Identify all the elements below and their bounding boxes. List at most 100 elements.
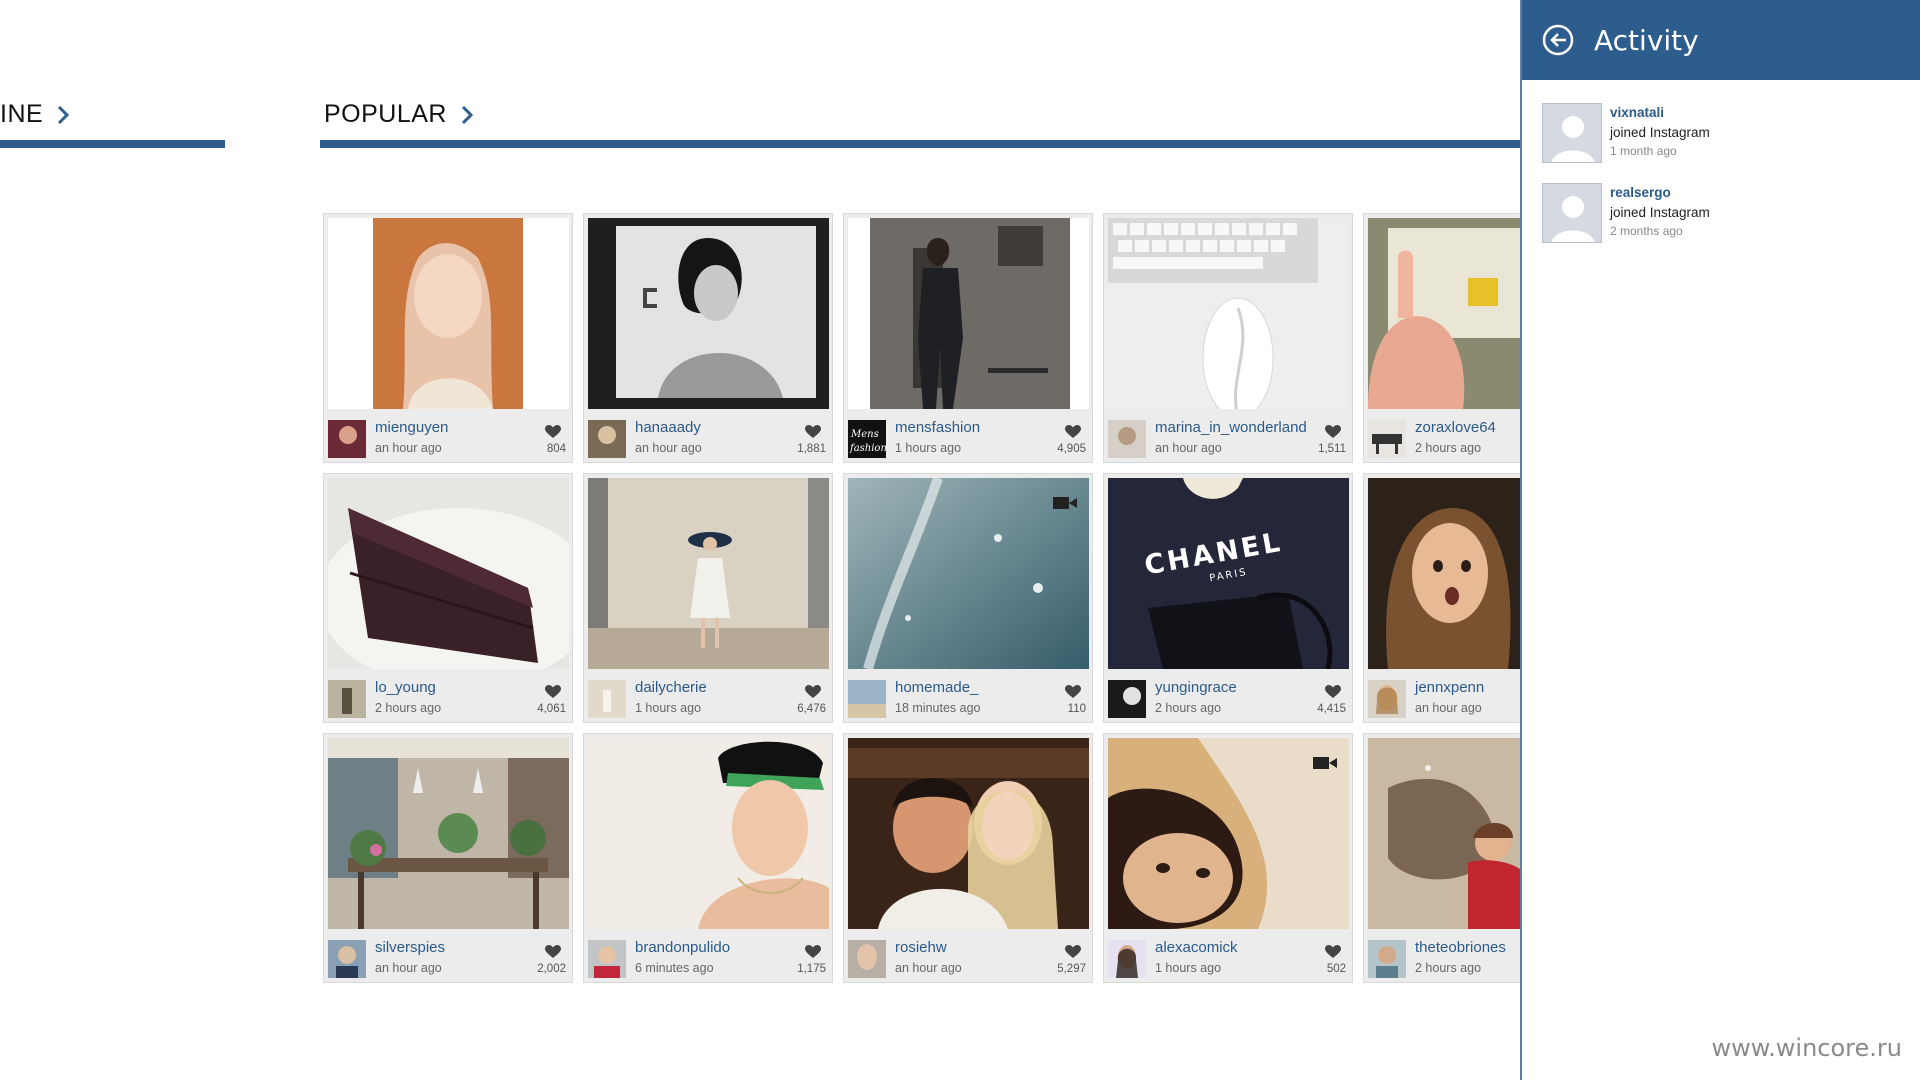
heart-icon[interactable] [805, 945, 821, 959]
photo[interactable] [848, 738, 1089, 929]
avatar[interactable] [1368, 940, 1406, 978]
avatar[interactable] [588, 420, 626, 458]
post-time: 2 hours ago [375, 701, 442, 715]
post-time: 1 hours ago [635, 701, 702, 715]
username-link[interactable]: yungingrace [1155, 679, 1237, 696]
avatar[interactable] [848, 680, 886, 718]
photo[interactable] [1108, 738, 1349, 929]
photo-tile[interactable]: zoraxlove64 2 hours ago [1363, 213, 1520, 463]
photo[interactable] [848, 478, 1089, 669]
avatar[interactable] [588, 680, 626, 718]
photo[interactable] [1368, 218, 1520, 409]
photo[interactable]: CHANEL PARIS [1108, 478, 1349, 669]
photo-tile[interactable]: dailycherie 1 hours ago 6,476 [583, 473, 833, 723]
post-time: 1 hours ago [895, 441, 962, 455]
like-count: 1,881 [797, 443, 826, 455]
username-link[interactable]: dailycherie [635, 679, 707, 696]
heart-icon[interactable] [1325, 945, 1341, 959]
post-time: 18 minutes ago [895, 701, 981, 715]
username-link[interactable]: silverspies [375, 939, 445, 956]
heart-icon[interactable] [1065, 685, 1081, 699]
photo[interactable] [1368, 478, 1520, 669]
heart-icon[interactable] [545, 945, 561, 959]
avatar-placeholder-icon[interactable] [1542, 103, 1602, 163]
like-count: 4,061 [537, 703, 566, 715]
photo-tile[interactable]: alexacomick 1 hours ago 502 [1103, 733, 1353, 983]
heart-icon[interactable] [545, 425, 561, 439]
avatar-placeholder-icon[interactable] [1542, 183, 1602, 243]
photo-tile[interactable]: hanaaady an hour ago 1,881 [583, 213, 833, 463]
photo-tile[interactable]: mienguyen an hour ago 804 [323, 213, 573, 463]
like-count: 2,002 [537, 963, 566, 975]
heart-icon[interactable] [545, 685, 561, 699]
post-time: an hour ago [375, 961, 442, 975]
activity-header: Activity [1522, 0, 1920, 80]
avatar[interactable] [1108, 420, 1146, 458]
heart-icon[interactable] [805, 425, 821, 439]
photo-tile[interactable]: rosiehw an hour ago 5,297 [843, 733, 1093, 983]
username-link[interactable]: hanaaady [635, 419, 701, 436]
photo-tile[interactable]: marina_in_wonderland an hour ago 1,511 [1103, 213, 1353, 463]
avatar[interactable]: Mens fashion [848, 420, 886, 458]
photo-tile[interactable]: brandonpulido 6 minutes ago 1,175 [583, 733, 833, 983]
heart-icon[interactable] [1065, 425, 1081, 439]
avatar[interactable] [328, 420, 366, 458]
photo-tile[interactable]: theteobriones 2 hours ago [1363, 733, 1520, 983]
photo[interactable] [588, 738, 829, 929]
heart-icon[interactable] [805, 685, 821, 699]
username-link[interactable]: lo_young [375, 679, 436, 696]
post-time: 6 minutes ago [635, 961, 714, 975]
photo[interactable] [588, 218, 829, 409]
activity-username[interactable]: realsergo [1610, 185, 1671, 200]
photo[interactable] [328, 738, 569, 929]
photo[interactable] [588, 478, 829, 669]
post-time: 1 hours ago [1155, 961, 1222, 975]
username-link[interactable]: alexacomick [1155, 939, 1238, 956]
heart-icon[interactable] [1325, 425, 1341, 439]
chevron-right-icon [461, 105, 474, 124]
heart-icon[interactable] [1065, 945, 1081, 959]
popular-grid: mienguyen an hour ago 804 hanaaady an ho… [323, 213, 1520, 985]
photo[interactable] [1368, 738, 1520, 929]
avatar[interactable] [1108, 680, 1146, 718]
section-header-timeline[interactable]: INE [0, 100, 73, 129]
avatar[interactable] [588, 940, 626, 978]
activity-time: 2 months ago [1610, 224, 1683, 238]
photo[interactable] [328, 478, 569, 669]
photo-tile[interactable]: lo_young 2 hours ago 4,061 [323, 473, 573, 723]
photo-tile[interactable]: CHANEL PARIS yungingrace 2 hours ago 4,41… [1103, 473, 1353, 723]
chevron-right-icon [58, 105, 70, 124]
activity-item[interactable]: vixnatali joined Instagram 1 month ago [1542, 103, 1902, 165]
photo-tile[interactable]: jennxpenn an hour ago [1363, 473, 1520, 723]
like-count: 5,297 [1057, 963, 1086, 975]
photo-tile[interactable]: Mens fashion mensfashion 1 hours ago 4,90… [843, 213, 1093, 463]
photo-tile[interactable]: homemade_ 18 minutes ago 110 [843, 473, 1093, 723]
username-link[interactable]: jennxpenn [1415, 679, 1484, 696]
activity-username[interactable]: vixnatali [1610, 105, 1664, 120]
section-header-popular[interactable]: POPULAR [324, 100, 477, 129]
username-link[interactable]: rosiehw [895, 939, 947, 956]
avatar[interactable] [1368, 420, 1406, 458]
photo[interactable] [328, 218, 569, 409]
photo[interactable] [1108, 218, 1349, 409]
username-link[interactable]: marina_in_wonderland [1155, 419, 1307, 436]
avatar[interactable] [848, 940, 886, 978]
avatar[interactable] [328, 940, 366, 978]
photo[interactable] [848, 218, 1089, 409]
section-title: POPULAR [324, 100, 447, 128]
video-camera-icon [1053, 497, 1077, 509]
username-link[interactable]: theteobriones [1415, 939, 1506, 956]
username-link[interactable]: mienguyen [375, 419, 448, 436]
back-arrow-icon[interactable] [1542, 24, 1574, 56]
heart-icon[interactable] [1325, 685, 1341, 699]
avatar[interactable] [328, 680, 366, 718]
username-link[interactable]: zoraxlove64 [1415, 419, 1496, 436]
avatar[interactable] [1368, 680, 1406, 718]
username-link[interactable]: mensfashion [895, 419, 980, 436]
username-link[interactable]: brandonpulido [635, 939, 730, 956]
avatar[interactable] [1108, 940, 1146, 978]
activity-time: 1 month ago [1610, 144, 1677, 158]
photo-tile[interactable]: silverspies an hour ago 2,002 [323, 733, 573, 983]
username-link[interactable]: homemade_ [895, 679, 978, 696]
activity-item[interactable]: realsergo joined Instagram 2 months ago [1542, 183, 1902, 245]
